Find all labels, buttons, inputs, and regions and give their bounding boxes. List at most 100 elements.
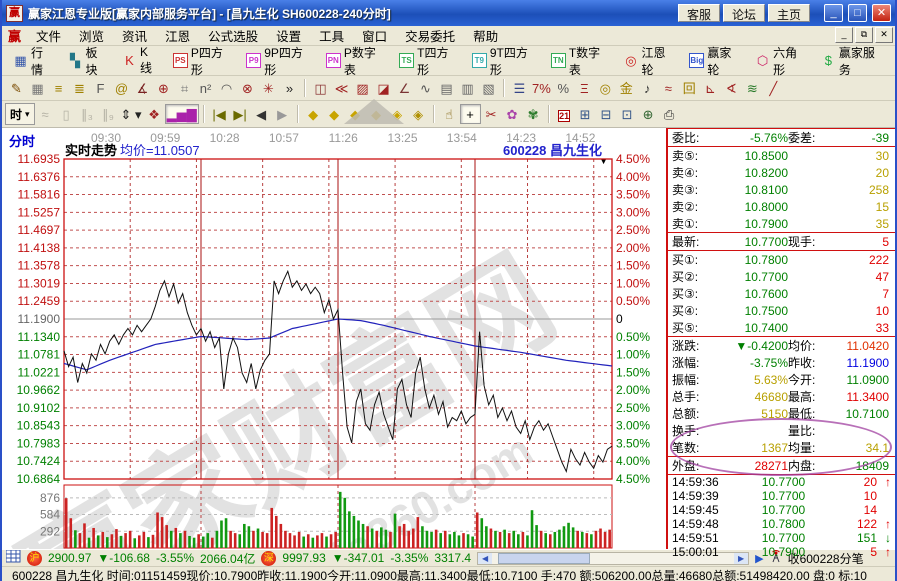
intraday-chart[interactable]: 赢家财富网www.yingjia360.comQQ:1731457640实时走势… — [2, 128, 666, 549]
menu-trade[interactable]: 交易委托 — [396, 26, 464, 45]
notebook-icon[interactable]: ⊟ — [596, 104, 617, 124]
expand-right-diamond-icon[interactable]: ◆ — [324, 104, 345, 124]
menu-close-button[interactable]: ✕ — [875, 27, 893, 43]
quotes-grid-icon[interactable] — [6, 550, 21, 566]
grid-box2-tool-icon[interactable]: ▥ — [457, 78, 478, 98]
menu-window[interactable]: 窗口 — [353, 26, 396, 45]
nine-t-square-button[interactable]: T99T四方形 — [465, 49, 544, 73]
angle-fan-tool-icon[interactable]: ∢ — [721, 78, 742, 98]
zigzag-tool-icon[interactable]: ∿ — [415, 78, 436, 98]
menu-browse[interactable]: 浏览 — [70, 26, 113, 45]
compress-left-diamond-icon[interactable]: ◆ — [303, 104, 324, 124]
angle-measure-tool-icon[interactable]: ∡ — [132, 78, 153, 98]
menu-settings[interactable]: 设置 — [267, 26, 310, 45]
chart-pane[interactable]: 分时 赢家财富网www.yingjia360.comQQ:1731457640实… — [2, 128, 666, 549]
pattern-icon[interactable]: ❖ — [144, 104, 165, 124]
hatch2-tool-icon[interactable]: ▧ — [478, 78, 499, 98]
h-expand-diamond-icon[interactable]: ◆ — [345, 104, 366, 124]
menu-formula-stock-pick[interactable]: 公式选股 — [199, 26, 267, 45]
hatch-tool-icon[interactable]: ⌗ — [174, 78, 195, 98]
bars9-icon[interactable]: ∥₉ — [98, 104, 119, 124]
sectors-button[interactable]: ▚板块 — [61, 49, 116, 73]
clipboard-icon[interactable]: ▯ — [56, 104, 77, 124]
next-page-icon[interactable]: ▶ — [272, 104, 293, 124]
price-table-tool-icon[interactable]: ☰ — [509, 78, 530, 98]
spiral-tool-icon[interactable]: @ — [111, 78, 132, 98]
menu-gann[interactable]: 江恩 — [156, 26, 199, 45]
knot-tool-icon[interactable]: ✾ — [523, 104, 544, 124]
hand-tool-icon[interactable]: ☝ — [439, 104, 460, 124]
t-number-table-button[interactable]: TNT数字表 — [544, 49, 617, 73]
pen-tool-icon[interactable]: ✎ — [6, 78, 27, 98]
fan-lines-tool-icon[interactable]: ≪ — [331, 78, 352, 98]
frame-tool-icon[interactable]: ◫ — [310, 78, 331, 98]
support-button[interactable]: 客服 — [678, 4, 720, 22]
cut-tool-icon[interactable]: ✂ — [481, 104, 502, 124]
scroll-left-arrow[interactable]: ◀ — [478, 553, 492, 564]
trend-angle-tool-icon[interactable]: ∠ — [394, 78, 415, 98]
calendar-icon[interactable]: 21 — [554, 104, 575, 124]
grid-box-tool-icon[interactable]: ▤ — [436, 78, 457, 98]
winner-service-button[interactable]: $赢家服务 — [814, 49, 891, 73]
steps-tool-icon[interactable]: ≋ — [742, 78, 763, 98]
kline-button[interactable]: KK线 — [115, 49, 166, 73]
gold-circle-tool-icon[interactable]: ◎ — [595, 78, 616, 98]
maximize-button[interactable]: □ — [848, 4, 867, 22]
gann-circle-tool-icon[interactable]: ⊕ — [153, 78, 174, 98]
gold-box-tool-icon[interactable]: 回 — [679, 78, 700, 98]
menu-minimize-button[interactable]: _ — [835, 27, 853, 43]
save-icon[interactable]: ⊡ — [617, 104, 638, 124]
menu-file[interactable]: 文件 — [27, 26, 70, 45]
cross-diamond-icon[interactable]: ◈ — [408, 104, 429, 124]
red-grid-tool-icon[interactable]: ▨ — [352, 78, 373, 98]
center-diamond-icon[interactable]: ◈ — [387, 104, 408, 124]
crosshair-tool-icon[interactable]: + — [460, 104, 481, 124]
hexagon-button[interactable]: ⬡六角形 — [748, 49, 814, 73]
winner-wheel-button[interactable]: Big赢家轮 — [682, 49, 748, 73]
horizontal-scrollbar[interactable]: ◀▶ — [477, 552, 749, 565]
gann-wheel-button[interactable]: ◎江恩轮 — [616, 49, 682, 73]
scroll-thumb[interactable] — [498, 553, 590, 564]
scribble-icon[interactable]: ≈ — [35, 104, 56, 124]
star-tool-icon[interactable]: ✳ — [258, 78, 279, 98]
more-tools-chevron-icon[interactable]: » — [279, 78, 300, 98]
percent-tool-icon[interactable]: % — [553, 78, 574, 98]
homepage-button[interactable]: 主页 — [768, 4, 810, 22]
quotes-button[interactable]: ▦行情 — [6, 49, 61, 73]
bars3-icon[interactable]: ∥₃ — [77, 104, 98, 124]
golden-section-tool-icon[interactable]: ≣ — [69, 78, 90, 98]
flower-tool-icon[interactable]: ✿ — [502, 104, 523, 124]
close-button[interactable]: ✕ — [872, 4, 891, 22]
forum-button[interactable]: 论坛 — [723, 4, 765, 22]
last-page-icon[interactable]: ▶| — [230, 104, 251, 124]
menu-restore-button[interactable]: ⧉ — [855, 27, 873, 43]
p-number-table-button[interactable]: PNP数字表 — [319, 49, 392, 73]
gann-grid-tool-icon[interactable]: ▦ — [27, 78, 48, 98]
note-tool-icon[interactable]: ♪ — [637, 78, 658, 98]
percent7-tool-icon[interactable]: 7% — [530, 78, 553, 98]
minimize-button[interactable]: _ — [824, 4, 843, 22]
web-save-icon[interactable]: ⊕ — [638, 104, 659, 124]
arc-tool-icon[interactable]: ◠ — [216, 78, 237, 98]
volume-profile-icon[interactable]: ▂▅▇ — [165, 104, 199, 124]
gold-bar-tool-icon[interactable]: 金 — [616, 78, 637, 98]
prev-page-icon[interactable]: ◀ — [251, 104, 272, 124]
time-period-button[interactable]: 时 ▾ — [5, 103, 35, 125]
calculator-icon[interactable]: ⊞ — [575, 104, 596, 124]
menu-news[interactable]: 资讯 — [113, 26, 156, 45]
fibonacci-tool-icon[interactable]: F — [90, 78, 111, 98]
first-page-icon[interactable]: |◀ — [209, 104, 230, 124]
crosshair-circle-tool-icon[interactable]: ⊗ — [237, 78, 258, 98]
wave-arc-tool-icon[interactable]: ≈ — [658, 78, 679, 98]
t-square-button[interactable]: TST四方形 — [392, 49, 465, 73]
n-square-tool-icon[interactable]: n² — [195, 78, 216, 98]
menu-tools[interactable]: 工具 — [310, 26, 353, 45]
shade-box-tool-icon[interactable]: ◪ — [373, 78, 394, 98]
five-levels-tool-icon[interactable]: Ξ — [574, 78, 595, 98]
h-compress-diamond-icon[interactable]: ◆ — [366, 104, 387, 124]
candle-dropdown-icon[interactable]: ⇕ ▾ — [119, 104, 144, 124]
menu-help[interactable]: 帮助 — [464, 26, 507, 45]
slope-tool-icon[interactable]: ╱ — [763, 78, 784, 98]
golden-ratio-tool-icon[interactable]: ≡ — [48, 78, 69, 98]
nine-p-square-button[interactable]: P99P四方形 — [239, 49, 319, 73]
